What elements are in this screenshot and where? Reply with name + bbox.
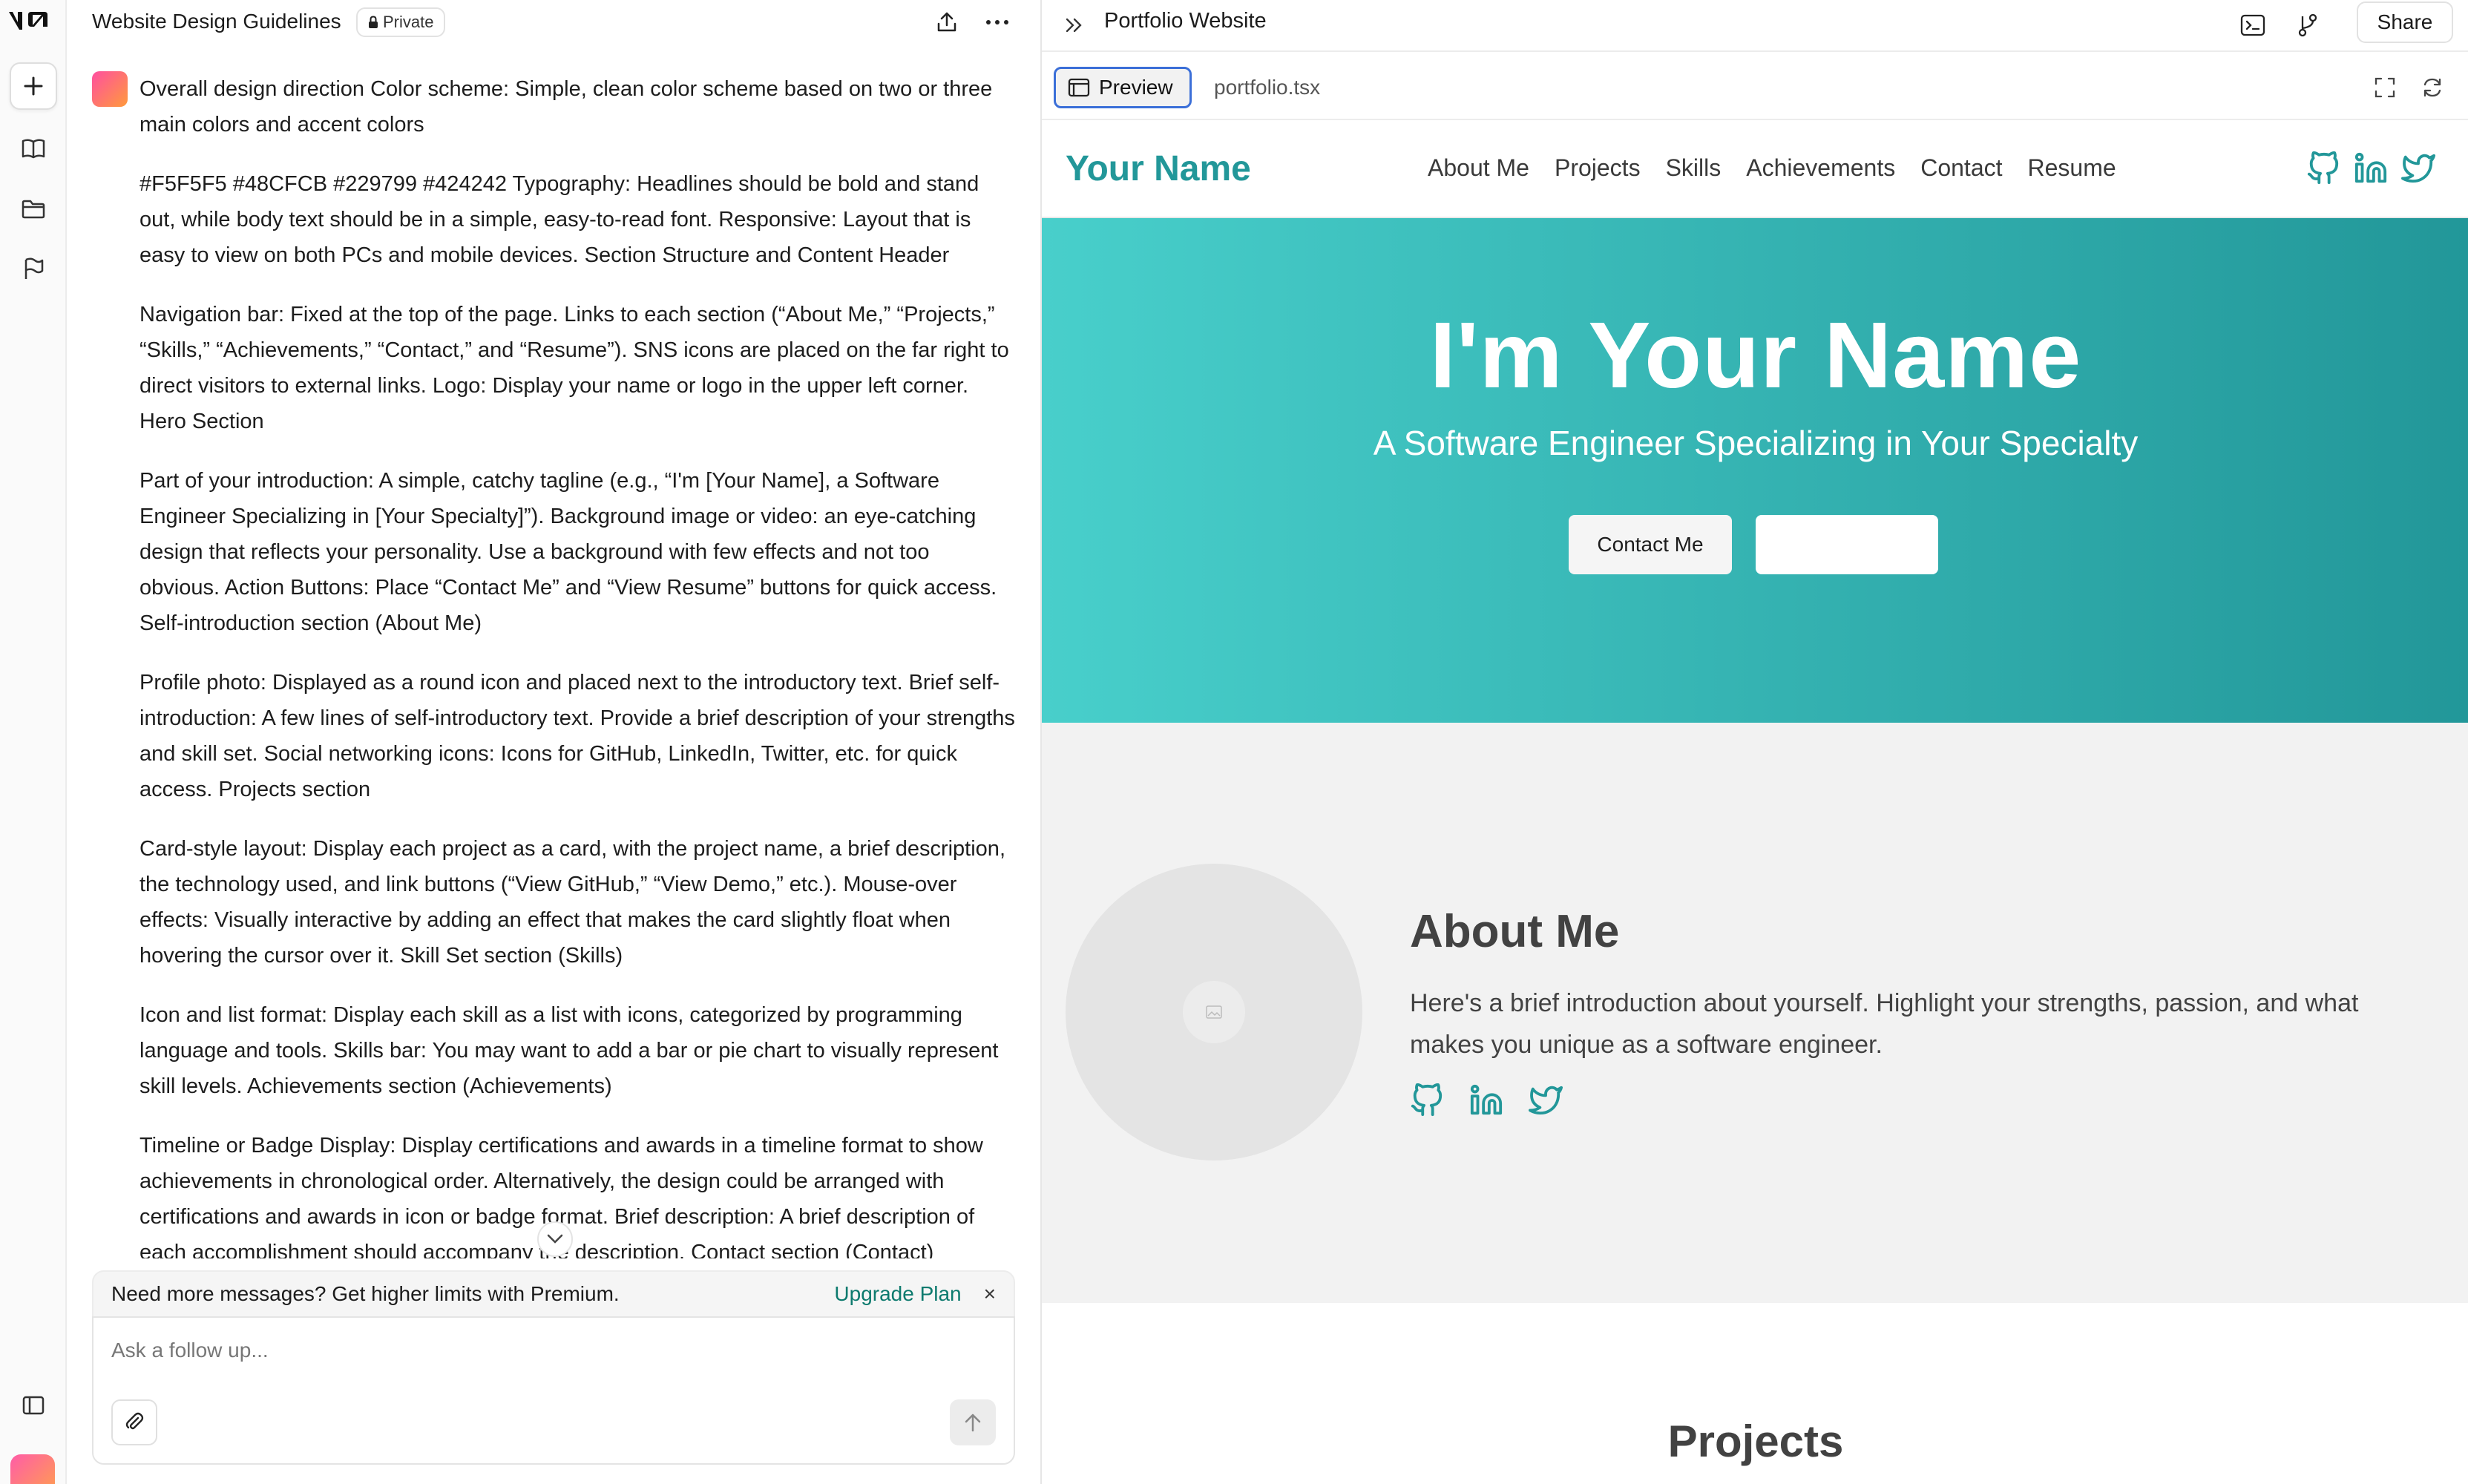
nav-social-icons xyxy=(2306,151,2435,186)
upgrade-plan-link[interactable]: Upgrade Plan xyxy=(834,1282,961,1306)
nav-link-projects[interactable]: Projects xyxy=(1555,154,1641,182)
about-section: About Me Here's a brief introduction abo… xyxy=(1042,723,2468,1303)
browser-window-icon xyxy=(1068,78,1090,97)
library-icon[interactable] xyxy=(10,125,57,172)
privacy-label: Private xyxy=(383,13,434,31)
github-icon[interactable] xyxy=(1410,1083,1444,1117)
collapse-panel-button[interactable] xyxy=(1060,10,1089,40)
hero-tagline: A Software Engineer Specializing in Your… xyxy=(1373,424,2139,462)
twitter-icon[interactable] xyxy=(1529,1083,1563,1117)
lock-icon xyxy=(368,16,378,29)
nav-link-about[interactable]: About Me xyxy=(1428,154,1529,182)
message-body: Overall design direction Color scheme: S… xyxy=(140,71,1015,1258)
nav-link-achievements[interactable]: Achievements xyxy=(1746,154,1895,182)
send-button[interactable] xyxy=(950,1399,996,1445)
double-chevron-right-icon xyxy=(1065,17,1084,33)
view-resume-button[interactable] xyxy=(1756,515,1938,574)
message-paragraph: #F5F5F5 #48CFCB #229799 #424242 Typograp… xyxy=(140,172,979,267)
projects-section: Projects xyxy=(1042,1303,2468,1484)
message-paragraph: Icon and list format: Display each skill… xyxy=(140,1003,999,1098)
paperclip-icon xyxy=(124,1412,145,1433)
arrow-up-icon xyxy=(963,1412,982,1433)
site-nav-links: About Me Projects Skills Achievements Co… xyxy=(1428,154,2116,182)
nav-link-resume[interactable]: Resume xyxy=(2028,154,2116,182)
fullscreen-icon[interactable] xyxy=(2369,71,2401,104)
tab-preview[interactable]: Preview xyxy=(1054,67,1192,108)
user-avatar[interactable] xyxy=(10,1454,55,1484)
follow-up-input[interactable] xyxy=(111,1333,987,1368)
image-placeholder-icon xyxy=(1183,981,1245,1043)
attach-button[interactable] xyxy=(111,1399,157,1445)
more-options-icon[interactable] xyxy=(982,7,1012,37)
contact-me-button[interactable]: Contact Me xyxy=(1569,515,1732,574)
flag-icon[interactable] xyxy=(10,245,57,292)
about-social-icons xyxy=(1410,1083,1563,1117)
preview-title: Portfolio Website xyxy=(1104,9,1267,33)
site-navbar: Your Name About Me Projects Skills Achie… xyxy=(1042,122,2468,218)
message-paragraph: Navigation bar: Fixed at the top of the … xyxy=(140,303,1009,433)
site-logo[interactable]: Your Name xyxy=(1066,148,1251,189)
chat-title[interactable]: Website Design Guidelines xyxy=(92,10,341,33)
profile-photo xyxy=(1066,864,1362,1160)
chat-header: Website Design Guidelines Private xyxy=(68,0,1039,45)
nav-link-contact[interactable]: Contact xyxy=(1920,154,2002,182)
twitter-icon[interactable] xyxy=(2401,151,2435,186)
about-text: Here's a brief introduction about yourse… xyxy=(1410,989,2359,1059)
folder-icon[interactable] xyxy=(10,186,57,233)
left-rail xyxy=(0,0,67,1484)
chat-pane: Website Design Guidelines Private Overal… xyxy=(68,0,1039,1484)
preview-header: Portfolio Website Share xyxy=(1042,0,2468,52)
message-paragraph: Timeline or Badge Display: Display certi… xyxy=(140,1134,983,1258)
message-paragraph: Card-style layout: Display each project … xyxy=(140,837,1005,968)
preview-pane: Portfolio Website Share Preview portfoli… xyxy=(1040,0,2468,1484)
tab-preview-label: Preview xyxy=(1099,76,1173,99)
scroll-to-bottom-button[interactable] xyxy=(537,1221,573,1257)
sidebar-toggle-icon[interactable] xyxy=(10,1382,57,1429)
hero-section: I'm Your Name A Software Engineer Specia… xyxy=(1042,218,2468,723)
terminal-icon[interactable] xyxy=(2236,9,2269,42)
share-upload-icon[interactable] xyxy=(932,7,962,37)
rendered-site: Your Name About Me Projects Skills Achie… xyxy=(1042,122,2468,1484)
hero-heading: I'm Your Name xyxy=(1429,303,2082,407)
github-icon[interactable] xyxy=(2306,151,2340,186)
user-message-avatar xyxy=(92,71,128,107)
share-button[interactable]: Share xyxy=(2357,1,2453,43)
preview-tabs: Preview portfolio.tsx xyxy=(1042,53,2468,120)
composer xyxy=(92,1316,1015,1465)
privacy-badge[interactable]: Private xyxy=(356,7,446,37)
message-paragraph: Profile photo: Displayed as a round icon… xyxy=(140,671,1015,801)
about-title: About Me xyxy=(1410,906,1620,957)
message-paragraph: Overall design direction Color scheme: S… xyxy=(140,77,993,137)
new-chat-button[interactable] xyxy=(10,62,57,110)
chevron-down-icon xyxy=(547,1234,563,1244)
nav-link-skills[interactable]: Skills xyxy=(1666,154,1722,182)
refresh-icon[interactable] xyxy=(2416,71,2449,104)
v0-logo[interactable] xyxy=(6,7,59,36)
tab-code-file[interactable]: portfolio.tsx xyxy=(1214,76,1320,99)
linkedin-icon[interactable] xyxy=(2354,151,2388,186)
projects-title: Projects xyxy=(1667,1416,1844,1466)
close-banner-button[interactable]: × xyxy=(984,1282,996,1306)
linkedin-icon[interactable] xyxy=(1469,1083,1503,1117)
premium-banner-text: Need more messages? Get higher limits wi… xyxy=(111,1282,620,1305)
premium-banner: Need more messages? Get higher limits wi… xyxy=(92,1270,1015,1318)
git-branch-icon[interactable] xyxy=(2291,9,2324,42)
message-paragraph: Part of your introduction: A simple, cat… xyxy=(140,469,997,635)
